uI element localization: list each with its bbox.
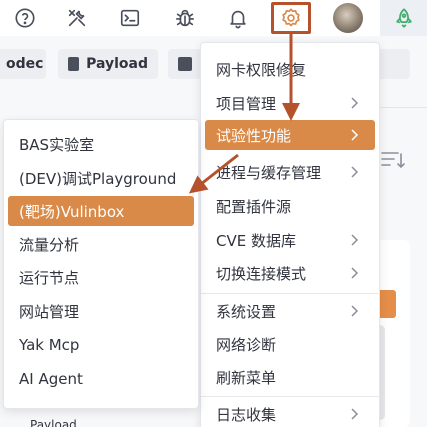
submenu-item-ai-agent[interactable]: AI Agent [8,364,194,394]
submenu-item-label: 网站管理 [19,302,80,321]
submenu-item-vulinbox[interactable]: (靶场)Vulinbox [8,196,194,226]
chevron-right-icon [351,305,359,317]
rocket-icon [395,8,412,28]
menu-item-log-collection[interactable]: 日志收集 [205,399,375,427]
menu-item-connection-mode[interactable]: 切换连接模式 [205,258,375,288]
menu-item-label: 进程与缓存管理 [216,163,322,182]
menu-item-label: 刷新菜单 [216,368,277,387]
submenu-item-running-nodes[interactable]: 运行节点 [8,262,194,292]
rocket-button[interactable] [380,0,427,36]
menu-item-label: 网卡权限修复 [216,60,307,79]
chevron-right-icon [351,97,359,109]
submenu-item-label: BAS实验室 [19,135,95,154]
chevron-right-icon [351,166,359,178]
submenu-item-label: 运行节点 [19,268,80,287]
terminal-icon[interactable] [116,4,144,32]
sort-icon[interactable] [380,150,406,170]
submenu-item-label: 流量分析 [19,235,80,254]
experimental-submenu: BAS实验室 (DEV)调试Playground (靶场)Vulinbox 流量… [3,119,199,409]
submenu-item-label: AI Agent [19,370,83,388]
tab-codec-label: odec [6,56,44,72]
menu-item-cve-database[interactable]: CVE 数据库 [205,225,375,255]
menu-item-label: 配置插件源 [216,197,292,216]
menu-item-label: 试验性功能 [216,126,292,145]
background-text: Payload [30,418,77,427]
menu-item-label: 系统设置 [216,302,277,321]
menu-item-label: 切换连接模式 [216,264,307,283]
chevron-right-icon [351,408,359,420]
save-icon [68,57,80,71]
bell-icon[interactable] [224,4,252,32]
terminal-small-icon [178,57,192,71]
menu-item-network-diagnosis[interactable]: 网络诊断 [205,329,375,359]
help-icon[interactable] [11,4,39,32]
submenu-item-dev-playground[interactable]: (DEV)调试Playground [8,163,194,193]
avatar[interactable] [333,3,363,33]
submenu-item-label: (靶场)Vulinbox [19,202,125,221]
menu-item-label: 网络诊断 [216,335,277,354]
tools-icon[interactable] [63,4,91,32]
submenu-item-site-management[interactable]: 网站管理 [8,296,194,326]
chevron-right-icon [351,234,359,246]
menu-item-label: 日志收集 [216,405,277,424]
menu-item-process-cache[interactable]: 进程与缓存管理 [205,157,375,187]
submenu-item-yak-mcp[interactable]: Yak Mcp [8,330,194,360]
submenu-item-bas-lab[interactable]: BAS实验室 [8,129,194,159]
chevron-right-icon [351,267,359,279]
submenu-item-label: (DEV)调试Playground [19,169,177,188]
chevron-right-icon [351,129,359,141]
tab-payload-label: Payload [86,56,148,72]
menu-divider [201,396,379,397]
menu-divider [201,293,379,294]
menu-item-nic-permission-fix[interactable]: 网卡权限修复 [205,54,375,84]
top-toolbar [0,0,427,36]
menu-item-refresh-menu[interactable]: 刷新菜单 [205,362,375,392]
menu-item-project-management[interactable]: 项目管理 [205,88,375,118]
tab-codec[interactable]: odec [0,49,46,79]
menu-item-label: CVE 数据库 [216,231,296,250]
menu-item-plugin-source[interactable]: 配置插件源 [205,191,375,221]
gear-icon[interactable] [277,4,305,32]
menu-item-experimental-features[interactable]: 试验性功能 [205,120,375,150]
submenu-item-label: Yak Mcp [19,336,80,354]
menu-item-label: 项目管理 [216,94,277,113]
menu-item-system-settings[interactable]: 系统设置 [205,296,375,326]
tab-payload[interactable]: Payload [58,49,158,79]
submenu-item-traffic-analysis[interactable]: 流量分析 [8,229,194,259]
bug-icon[interactable] [171,4,199,32]
settings-menu: 网卡权限修复 项目管理 试验性功能 进程与缓存管理 配置插件源 CVE 数据库 … [200,42,380,427]
